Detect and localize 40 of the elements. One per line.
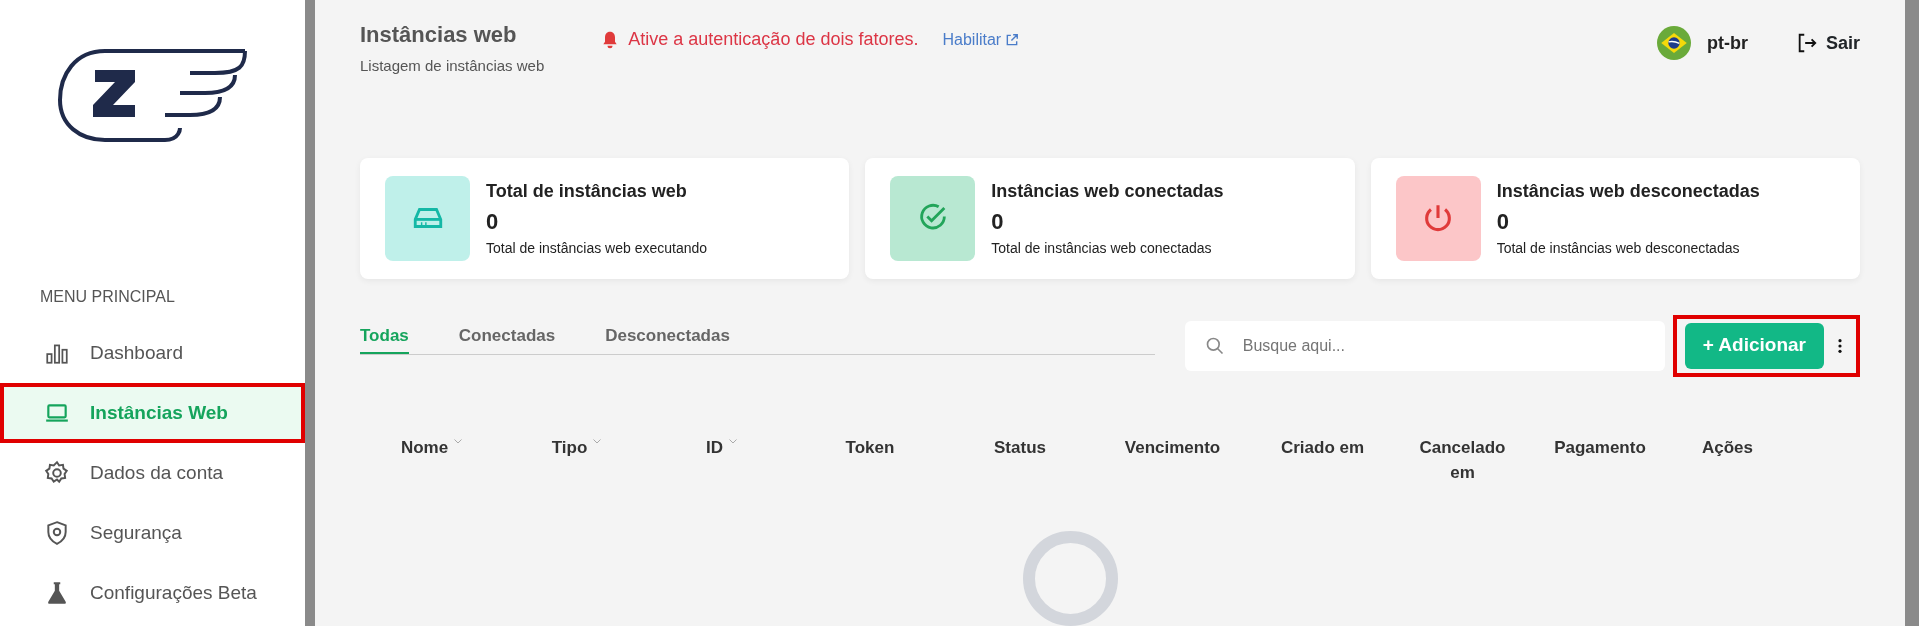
logout-button[interactable]: Sair xyxy=(1795,29,1860,57)
column-header: Token xyxy=(844,436,896,459)
column-header: Ações xyxy=(1701,436,1754,459)
shield-icon xyxy=(44,520,70,546)
sidebar-item[interactable]: Segurança xyxy=(0,503,305,563)
stat-value: 0 xyxy=(486,207,500,236)
column-header[interactable]: Nome xyxy=(360,434,505,460)
stat-title: Total de instâncias web xyxy=(486,179,688,203)
enable-link[interactable]: Habilitar xyxy=(942,27,1020,52)
stat-title: Instâncias web desconectadas xyxy=(1496,179,1760,203)
external-link-icon xyxy=(1005,32,1020,47)
search-field[interactable]: Busque aqui... xyxy=(1184,320,1665,371)
column-header: Criado em xyxy=(1279,436,1366,459)
stat-caption: Total de instâncias web conectadas xyxy=(991,238,1213,258)
language-label[interactable]: pt-br xyxy=(1707,29,1748,57)
tab[interactable]: Conectadas xyxy=(458,322,556,354)
column-header[interactable]: Tipo xyxy=(505,434,650,460)
gear-icon xyxy=(44,460,70,486)
column-header: Status xyxy=(993,436,1047,459)
menu-section-label: MENU PRINCIPAL xyxy=(39,287,176,307)
column-header: Pagamento xyxy=(1553,436,1647,459)
brazil-flag-icon[interactable] xyxy=(1657,26,1691,60)
stat-value: 0 xyxy=(1496,207,1510,236)
stat-title: Instâncias web conectadas xyxy=(991,179,1224,203)
page-title: Instâncias web xyxy=(360,21,518,49)
stat-caption: Total de instâncias web desconectadas xyxy=(1496,238,1741,258)
search-icon xyxy=(1204,335,1225,356)
sidebar-item[interactable]: Configurações Beta xyxy=(0,563,305,623)
column-header: Cancelado em xyxy=(1418,436,1507,484)
sidebar-item[interactable]: Dados da conta xyxy=(0,443,305,503)
scrollbar[interactable] xyxy=(1905,0,1919,626)
tab[interactable]: Desconectadas xyxy=(605,322,730,354)
stat-caption: Total de instâncias web executando xyxy=(486,238,708,258)
stat-value: 0 xyxy=(991,207,1005,236)
column-header: Vencimento xyxy=(1123,436,1222,459)
page-subtitle: Listagem de instâncias web xyxy=(360,56,545,76)
sidebar-item[interactable]: Dashboard xyxy=(0,323,305,383)
column-header[interactable]: ID xyxy=(650,434,795,460)
scrollbar[interactable] xyxy=(305,0,315,626)
alert-message: Ative a autenticação de dois fatores. xyxy=(628,28,919,51)
